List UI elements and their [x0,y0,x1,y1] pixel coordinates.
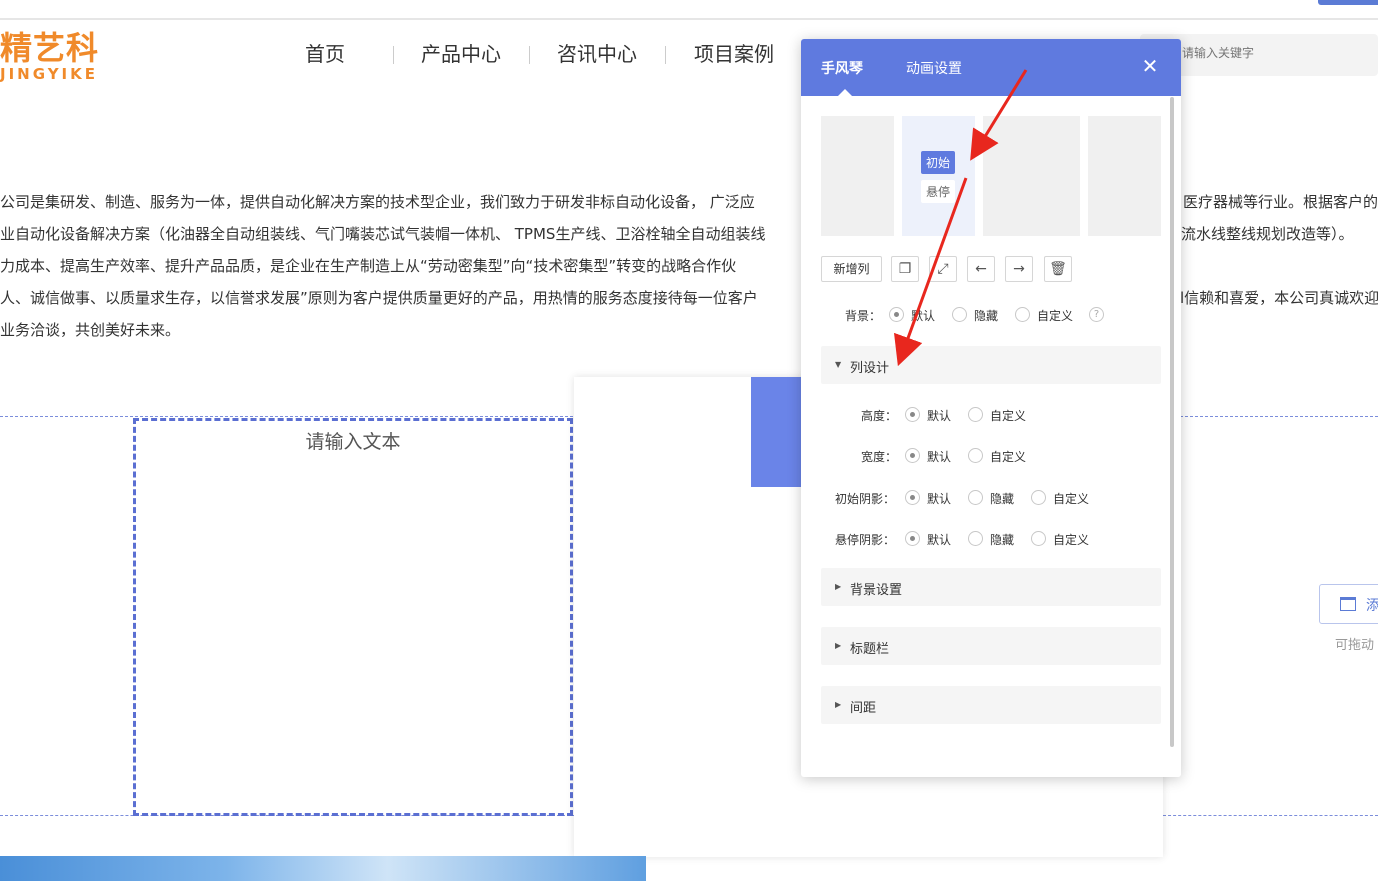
section-title: 背景设置 [850,583,903,598]
hover-shadow-label: 悬停阴影： [835,533,896,547]
section-spacing[interactable]: ▶ 间距 [821,686,1161,724]
background-custom-label: 自定义 [1037,309,1074,323]
hover-shadow-custom-radio[interactable] [1031,531,1046,546]
width-custom-radio[interactable] [968,448,983,463]
move-left-button[interactable]: ← [967,256,995,282]
tab-animation[interactable]: 动画设置 [906,58,962,78]
move-right-button[interactable]: → [1005,256,1033,282]
background-default-label: 默认 [911,309,936,323]
logo-subtext: JINGYIKE [0,65,99,83]
hover-shadow-hide-label: 隐藏 [990,533,1015,547]
column-thumb-1[interactable] [821,116,894,236]
width-default-label: 默认 [927,450,952,464]
copy-icon: ❐ [898,261,912,277]
search-input[interactable] [1182,46,1372,60]
top-accent-bar [1318,0,1378,5]
text-module-placeholder: 请输入文本 [305,431,401,453]
logo-text: 精艺科 [0,29,100,67]
arrow-right-icon: → [1013,261,1025,277]
tab-accordion[interactable]: 手风琴 [821,58,863,78]
initial-shadow-hide-label: 隐藏 [990,492,1015,506]
background-hide-radio[interactable] [952,307,967,322]
drag-hint: 可拖动 [1335,638,1375,653]
height-custom-label: 自定义 [990,409,1027,423]
nav-separator [529,46,530,64]
state-initial-tag[interactable]: 初始 [921,151,956,174]
background-default-radio[interactable] [889,307,904,322]
hover-shadow-custom-label: 自定义 [1053,533,1090,547]
trash-icon: 🗑 [1049,261,1067,277]
nav-item-cases[interactable]: 项目案例 [694,40,774,68]
caret-right-icon: ▶ [835,700,842,709]
intro-line-1: 公司是集研发、制造、服务为一体，提供自动化解决方案的技术型企业，我们致力于研发非… [0,193,755,211]
text-module[interactable]: 请输入文本 [133,418,573,816]
section-title: 间距 [850,701,877,716]
width-label: 宽度： [861,450,898,464]
hover-shadow-default-radio[interactable] [905,531,920,546]
banner-image [0,856,646,881]
add-module-button[interactable]: 添 [1319,584,1378,624]
nav-item-news[interactable]: 咨讯中心 [557,40,637,68]
add-module-label: 添 [1366,598,1378,614]
initial-shadow-custom-label: 自定义 [1053,492,1090,506]
add-column-button[interactable]: 新增列 [821,256,882,282]
caret-right-icon: ▶ [835,641,842,650]
intro-line-1-right: 医疗器械等行业。根据客户的 [1183,193,1378,211]
column-thumb-4[interactable] [1088,116,1161,236]
resize-icon: ⤢ [937,261,949,277]
background-custom-radio[interactable] [1015,307,1030,322]
accordion-settings-panel: 手风琴 动画设置 ✕ 初始 悬停 新增列 ❐ ⤢ ← → 🗑 背景： 默认 隐藏… [801,39,1181,777]
section-title: 列设计 [850,361,890,376]
height-label: 高度： [861,409,898,423]
initial-shadow-label: 初始阴影： [835,492,896,506]
logo[interactable]: 精艺科 JINGYIKE [0,30,99,82]
section-background-settings[interactable]: ▶ 背景设置 [821,568,1161,606]
intro-line-4-right: l信赖和喜爱，本公司真诚欢迎 [1180,289,1378,307]
module-outline [1163,815,1378,816]
initial-shadow-default-radio[interactable] [905,490,920,505]
copy-column-button[interactable]: ❐ [891,256,919,282]
header-divider [0,18,1378,20]
height-default-label: 默认 [927,409,952,423]
arrow-left-icon: ← [975,261,987,277]
intro-line-3: 力成本、提高生产效率、提升产品品质，是企业在生产制造上从“劳动密集型”向“技术密… [0,257,737,275]
intro-line-5: 业务洽谈，共创美好未来。 [0,321,181,339]
add-module-icon [1340,597,1356,611]
initial-shadow-default-label: 默认 [927,492,952,506]
caret-right-icon: ▶ [835,582,842,591]
section-title: 标题栏 [850,642,890,657]
section-title-bar[interactable]: ▶ 标题栏 [821,627,1161,665]
nav-item-home[interactable]: 首页 [305,40,345,68]
scrollbar-thumb[interactable] [1170,97,1174,747]
nav-separator [393,46,394,64]
hover-shadow-hide-radio[interactable] [968,531,983,546]
panel-header: 手风琴 动画设置 ✕ [801,39,1181,96]
intro-line-2: 业自动化设备解决方案（化油器全自动组装线、气门嘴装芯试气装帽一体机、 TPMS生… [0,225,766,243]
column-thumb-3[interactable] [983,116,1080,236]
background-hide-label: 隐藏 [974,309,999,323]
caret-down-icon: ▼ [835,360,842,369]
delete-column-button[interactable]: 🗑 [1044,256,1072,282]
close-icon[interactable]: ✕ [1141,56,1159,76]
resize-column-button[interactable]: ⤢ [929,256,957,282]
initial-shadow-hide-radio[interactable] [968,490,983,505]
intro-line-2-right: 流水线整线规划改造等）。 [1181,225,1354,243]
width-custom-label: 自定义 [990,450,1027,464]
column-thumb-2[interactable]: 初始 悬停 [902,116,975,236]
height-custom-radio[interactable] [968,407,983,422]
help-icon[interactable]: ? [1089,307,1104,322]
hover-shadow-default-label: 默认 [927,533,952,547]
active-tab-indicator [838,89,852,96]
background-label: 背景： [845,309,882,323]
nav-separator [665,46,666,64]
width-default-radio[interactable] [905,448,920,463]
nav-item-products[interactable]: 产品中心 [421,40,501,68]
height-default-radio[interactable] [905,407,920,422]
section-column-design[interactable]: ▼ 列设计 [821,346,1161,384]
initial-shadow-custom-radio[interactable] [1031,490,1046,505]
intro-line-4: 人、诚信做事、以质量求生存，以信誉求发展”原则为客户提供质量更好的产品，用热情的… [0,289,758,307]
state-hover-tag[interactable]: 悬停 [921,180,956,203]
